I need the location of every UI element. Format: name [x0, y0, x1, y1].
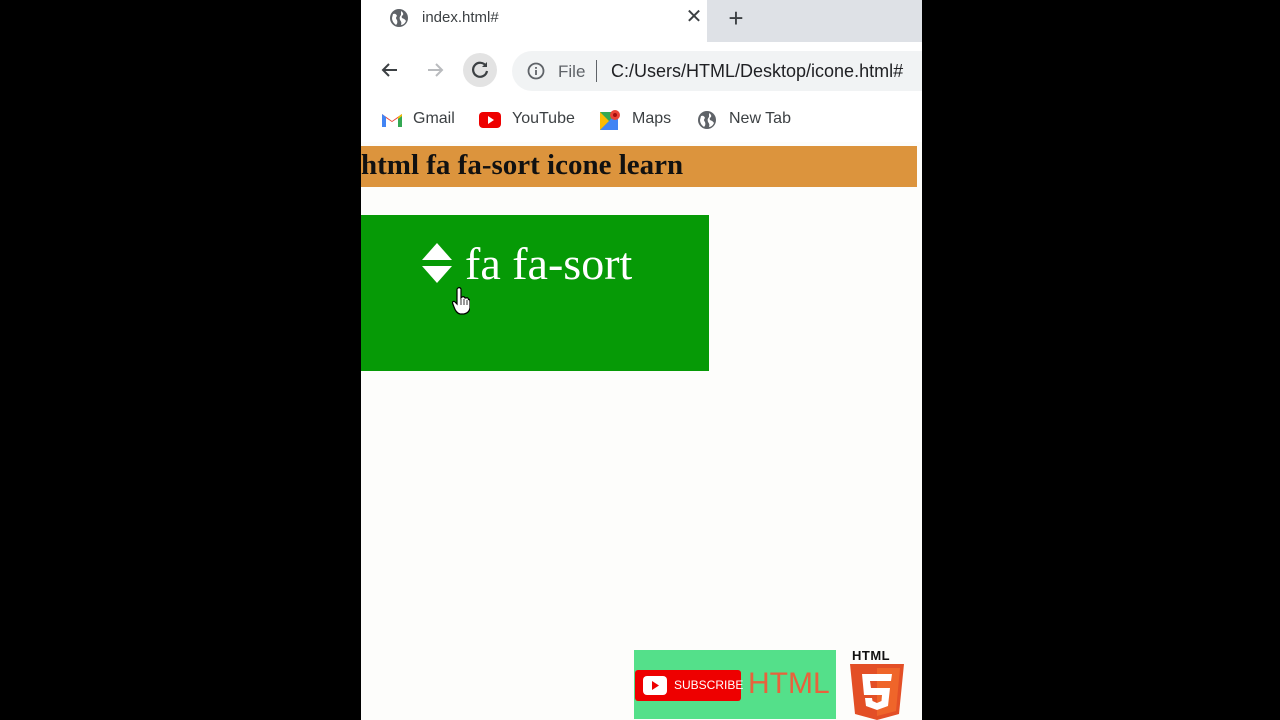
- bookmarks-bar: Gmail YouTube Maps New Tab: [361, 98, 922, 142]
- arrow-right-icon: [428, 63, 444, 77]
- subscribe-button[interactable]: SUBSCRIBE: [635, 670, 744, 701]
- maps-icon: [600, 110, 620, 130]
- forward-button[interactable]: [418, 53, 452, 87]
- youtube-icon: [479, 112, 501, 128]
- tab-index[interactable]: index.html# ✕: [361, 0, 707, 42]
- gmail-icon: [382, 114, 402, 127]
- tab-strip: index.html# ✕ +: [361, 0, 922, 42]
- reload-icon: [472, 61, 489, 78]
- reload-button[interactable]: [463, 53, 497, 87]
- sort-icon: [422, 243, 452, 283]
- bookmark-label: YouTube: [512, 110, 575, 127]
- subscribe-banner: SUBSCRIBE HTML: [634, 650, 836, 719]
- hand-cursor-icon: [452, 287, 470, 315]
- address-bar[interactable]: File C:/Users/HTML/Desktop/icone.html#: [512, 51, 922, 91]
- file-label: File: [558, 62, 586, 81]
- page-heading: html fa fa-sort icone learn: [361, 146, 917, 187]
- bookmark-label: New Tab: [729, 110, 791, 127]
- subscribe-label: SUBSCRIBE: [674, 678, 744, 692]
- info-icon[interactable]: [527, 62, 545, 80]
- close-icon[interactable]: ✕: [684, 6, 704, 28]
- bookmark-label: Gmail: [413, 110, 455, 127]
- html5-badge: HTML: [845, 648, 909, 720]
- arrow-left-icon: [381, 63, 397, 77]
- back-button[interactable]: [373, 53, 407, 87]
- channel-name: HTML: [748, 667, 830, 700]
- tab-title: index.html#: [422, 9, 499, 26]
- browser-window: index.html# ✕ + File C:/Users/HTML/Deskt…: [361, 0, 922, 720]
- toolbar: File C:/Users/HTML/Desktop/icone.html#: [361, 42, 922, 98]
- play-icon: [643, 676, 667, 695]
- page-title: html fa fa-sort icone learn: [361, 149, 684, 181]
- html5-word: HTML: [852, 648, 891, 663]
- bookmark-label: Maps: [632, 110, 672, 127]
- globe-icon: [390, 9, 408, 27]
- divider: [596, 60, 597, 82]
- new-tab-icon[interactable]: +: [725, 4, 747, 32]
- html5-logo-icon: [850, 664, 904, 720]
- sort-label: fa fa-sort: [465, 238, 633, 289]
- globe-icon: [698, 111, 716, 129]
- url-text[interactable]: C:/Users/HTML/Desktop/icone.html#: [611, 61, 903, 82]
- icon-demo-box: fa fa-sort: [361, 215, 709, 371]
